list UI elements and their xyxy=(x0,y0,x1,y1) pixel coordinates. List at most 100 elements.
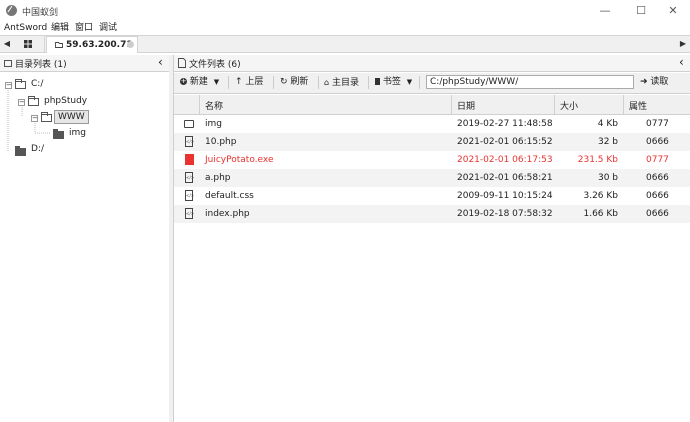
tab-scroll-left-button[interactable]: ◀ xyxy=(0,36,14,52)
bookmark-icon xyxy=(375,78,380,85)
refresh-button-label: 刷新 xyxy=(290,77,309,87)
collapse-right-panel-button[interactable]: ‹ xyxy=(679,55,684,69)
column-header-date[interactable]: 日期 xyxy=(457,99,475,112)
file-date: 2019-02-27 11:48:58 xyxy=(457,119,553,129)
column-divider[interactable] xyxy=(199,95,200,114)
table-row[interactable]: a.php 2021-02-01 06:58:21 30 b 0666 xyxy=(174,169,690,187)
home-icon: ⌂ xyxy=(324,78,330,87)
column-header-attr[interactable]: 属性 xyxy=(629,99,647,112)
code-file-icon xyxy=(185,172,194,183)
folder-icon xyxy=(15,146,26,156)
executable-file-icon xyxy=(185,154,194,165)
column-divider[interactable] xyxy=(623,95,624,114)
read-button[interactable]: ➜ 读取 xyxy=(640,75,668,90)
up-button[interactable]: ↑ 上层 xyxy=(235,75,263,90)
folder-icon xyxy=(55,42,63,48)
folder-icon xyxy=(184,120,194,128)
file-list-panel-header: 文件列表 (6) ‹ xyxy=(174,55,690,72)
folder-tree-icon xyxy=(4,60,12,67)
file-attr: 0666 xyxy=(646,209,669,219)
close-button[interactable]: ✕ xyxy=(656,0,690,22)
toolbar-divider xyxy=(368,76,369,89)
file-icon xyxy=(178,58,186,68)
tree-item-img[interactable]: img xyxy=(69,128,86,138)
tree-item-c[interactable]: C:/ xyxy=(31,79,43,89)
file-size: 4 Kb xyxy=(597,119,618,129)
file-attr: 0666 xyxy=(646,137,669,147)
column-header-name[interactable]: 名称 xyxy=(205,99,223,112)
menu-antsword[interactable]: AntSword xyxy=(4,22,47,34)
home-button-label: 主目录 xyxy=(331,78,359,88)
file-name: default.css xyxy=(205,191,254,201)
read-button-label: 读取 xyxy=(650,77,669,87)
tab-scroll-right-button[interactable]: ▶ xyxy=(676,36,690,52)
file-size: 32 b xyxy=(597,137,618,147)
collapse-left-panel-button[interactable]: ‹ xyxy=(158,55,163,69)
table-row[interactable]: JuicyPotato.exe 2021-02-01 06:17:53 231.… xyxy=(174,151,690,169)
tree-item-www[interactable]: WWW xyxy=(54,110,89,124)
menu-edit[interactable]: 编辑 xyxy=(51,22,69,34)
tree-item-phpstudy[interactable]: phpStudy xyxy=(44,96,87,106)
new-button-label: 新建 xyxy=(189,77,208,87)
expand-toggle-c[interactable]: − xyxy=(5,82,12,89)
file-size: 30 b xyxy=(597,173,618,183)
tab-shell-session[interactable]: 59.63.200.71 xyxy=(46,36,138,53)
home-button[interactable]: ⌂ 主目录 xyxy=(324,75,359,90)
directory-panel-title: 目录列表 (1) xyxy=(15,60,67,70)
toolbar-divider xyxy=(273,76,274,89)
maximize-button[interactable]: ☐ xyxy=(624,0,658,22)
expand-toggle-phpstudy[interactable]: − xyxy=(18,99,25,106)
grid-icon xyxy=(24,40,32,48)
folder-icon xyxy=(53,129,64,139)
tab-label: 59.63.200.71 xyxy=(66,40,133,50)
menu-bar: AntSword 编辑 窗口 调试 xyxy=(0,22,690,35)
column-divider[interactable] xyxy=(554,95,555,114)
file-size: 1.66 Kb xyxy=(583,209,618,219)
file-name: index.php xyxy=(205,209,250,219)
tab-close-icon[interactable] xyxy=(127,41,134,48)
table-row[interactable]: 10.php 2021-02-01 06:15:52 32 b 0666 xyxy=(174,133,690,151)
menu-window[interactable]: 窗口 xyxy=(75,22,93,34)
tree-item-d[interactable]: D:/ xyxy=(31,144,44,154)
code-file-icon xyxy=(185,136,194,147)
file-name: JuicyPotato.exe xyxy=(205,155,274,165)
expand-toggle-www[interactable]: − xyxy=(31,115,38,122)
tab-bar: ◀ 59.63.200.71 ▶ xyxy=(0,35,690,53)
file-size: 231.5 Kb xyxy=(577,155,618,165)
code-file-icon xyxy=(185,208,194,219)
refresh-button[interactable]: ↻ 刷新 xyxy=(280,75,308,90)
bookmark-button[interactable]: 书签 ▼ xyxy=(375,75,412,90)
table-row[interactable]: img 2019-02-27 11:48:58 4 Kb 0777 xyxy=(174,115,690,133)
code-file-icon xyxy=(185,190,194,201)
column-divider[interactable] xyxy=(451,95,452,114)
directory-panel-header: 目录列表 (1) ‹ xyxy=(0,55,169,72)
table-row[interactable]: default.css 2009-09-11 10:15:24 3.26 Kb … xyxy=(174,187,690,205)
column-header-size[interactable]: 大小 xyxy=(560,99,578,112)
folder-icon xyxy=(15,79,26,89)
file-date: 2009-09-11 10:15:24 xyxy=(457,191,553,201)
toolbar-divider xyxy=(419,76,420,89)
new-button[interactable]: + 新建 ▼ xyxy=(180,75,219,90)
plus-circle-icon: + xyxy=(180,77,187,85)
table-row[interactable]: index.php 2019-02-18 07:58:32 1.66 Kb 06… xyxy=(174,205,690,223)
tab-home[interactable] xyxy=(14,36,45,52)
file-attr: 0666 xyxy=(646,191,669,201)
folder-icon xyxy=(41,112,52,122)
app-logo-icon xyxy=(6,5,17,16)
bookmark-button-label: 书签 xyxy=(382,77,401,87)
file-attr: 0666 xyxy=(646,173,669,183)
file-date: 2021-02-01 06:58:21 xyxy=(457,173,553,183)
menu-debug[interactable]: 调试 xyxy=(99,22,117,34)
toolbar-divider xyxy=(228,76,229,89)
arrow-right-icon: ➜ xyxy=(640,77,648,87)
folder-icon xyxy=(28,96,39,106)
minimize-button[interactable]: — xyxy=(588,0,622,22)
title-bar: 中国蚁剑 — ☐ ✕ xyxy=(0,0,690,22)
file-date: 2021-02-01 06:15:52 xyxy=(457,137,553,147)
path-input[interactable] xyxy=(426,75,634,89)
file-size: 3.26 Kb xyxy=(583,191,618,201)
file-list-panel: 文件列表 (6) ‹ + 新建 ▼ ↑ 上层 ↻ 刷新 ⌂ 主目录 书签 ▼ C… xyxy=(173,55,690,422)
file-name: a.php xyxy=(205,173,231,183)
refresh-icon: ↻ xyxy=(280,77,288,87)
up-button-label: 上层 xyxy=(245,77,264,87)
